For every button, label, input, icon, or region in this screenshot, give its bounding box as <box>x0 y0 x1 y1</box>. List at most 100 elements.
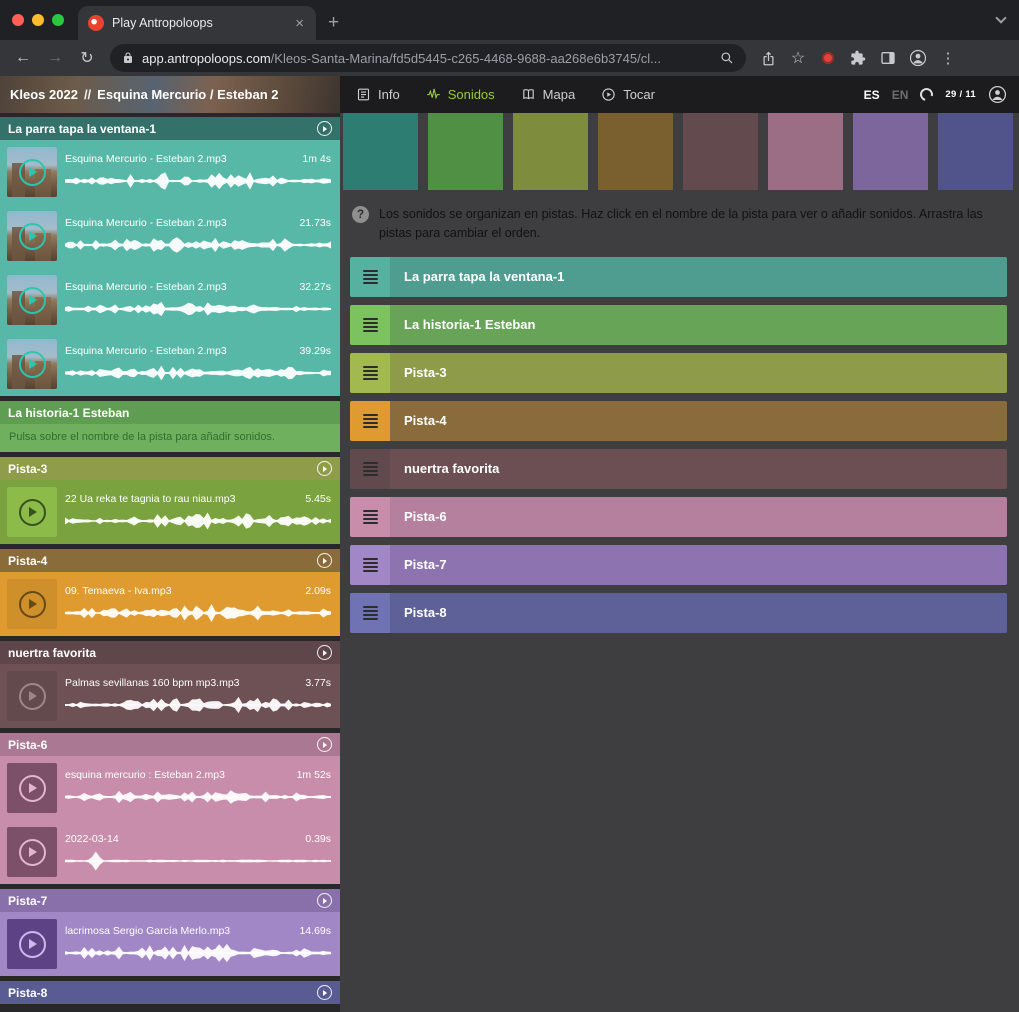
clip-play-button[interactable] <box>7 827 57 877</box>
breadcrumb[interactable]: Kleos 2022 // Esquina Mercurio / Esteban… <box>0 76 340 113</box>
track-row[interactable]: Pista-4 <box>350 401 1007 441</box>
track-color-swatch[interactable] <box>938 113 1013 190</box>
track-row[interactable]: La parra tapa la ventana-1 <box>350 257 1007 297</box>
track-color-swatch[interactable] <box>513 113 588 190</box>
reload-button[interactable]: ↻ <box>72 43 102 73</box>
waveform[interactable] <box>65 298 331 320</box>
browser-menu-icon[interactable]: ⋮ <box>934 44 962 72</box>
drag-handle-icon[interactable] <box>350 305 390 345</box>
track-color-swatch[interactable] <box>343 113 418 190</box>
drag-handle-icon[interactable] <box>350 497 390 537</box>
track-row-button[interactable]: La parra tapa la ventana-1 <box>390 257 1007 297</box>
zoom-icon[interactable] <box>720 51 734 65</box>
back-button[interactable]: ← <box>8 43 38 73</box>
forward-button[interactable]: → <box>40 43 70 73</box>
clip-play-button[interactable] <box>7 763 57 813</box>
track-header[interactable]: nuertra favorita <box>0 641 340 664</box>
lang-en-button[interactable]: EN <box>892 88 909 102</box>
url-text[interactable]: app.antropoloops.com/Kleos-Santa-Marina/… <box>142 51 712 66</box>
clip-thumbnail[interactable] <box>7 147 57 197</box>
track-play-icon[interactable] <box>317 893 332 908</box>
waveform[interactable] <box>65 602 331 624</box>
audio-clip[interactable]: esquina mercurio : Esteban 2.mp31m 52s <box>0 756 340 820</box>
track-header[interactable]: La parra tapa la ventana-1 <box>0 117 340 140</box>
track-play-icon[interactable] <box>317 121 332 136</box>
clip-play-button[interactable] <box>7 919 57 969</box>
bookmark-star-icon[interactable]: ☆ <box>784 44 812 72</box>
track-color-swatch[interactable] <box>768 113 843 190</box>
track-row-button[interactable]: Pista-8 <box>390 593 1007 633</box>
clip-thumbnail[interactable] <box>7 211 57 261</box>
waveform[interactable] <box>65 170 331 192</box>
lang-es-button[interactable]: ES <box>864 88 880 102</box>
waveform[interactable] <box>65 694 331 716</box>
track-color-swatch[interactable] <box>598 113 673 190</box>
track-header[interactable]: Pista-4 <box>0 549 340 572</box>
track-header[interactable]: Pista-8 <box>0 981 340 1004</box>
audio-clip[interactable]: 2022-03-140.39s <box>0 820 340 884</box>
extensions-puzzle-icon[interactable] <box>844 44 872 72</box>
track-row[interactable]: nuertra favorita <box>350 449 1007 489</box>
drag-handle-icon[interactable] <box>350 449 390 489</box>
browser-tab[interactable]: Play Antropoloops × <box>78 6 316 40</box>
clip-thumbnail[interactable] <box>7 275 57 325</box>
clip-play-button[interactable] <box>7 487 57 537</box>
audio-clip[interactable]: Esquina Mercurio - Esteban 2.mp339.29s <box>0 332 340 396</box>
close-tab-icon[interactable]: × <box>293 15 306 32</box>
new-tab-button[interactable]: + <box>316 12 351 40</box>
waveform[interactable] <box>65 942 331 964</box>
track-row[interactable]: Pista-8 <box>350 593 1007 633</box>
drag-handle-icon[interactable] <box>350 401 390 441</box>
audio-clip[interactable]: 09. Temaeva - Iva.mp32.09s <box>0 572 340 636</box>
track-play-icon[interactable] <box>317 461 332 476</box>
breadcrumb-project[interactable]: Kleos 2022 <box>10 87 78 102</box>
track-play-icon[interactable] <box>317 645 332 660</box>
fullscreen-window-button[interactable] <box>52 14 64 26</box>
padlock-icon[interactable] <box>122 52 134 64</box>
account-icon[interactable] <box>988 85 1007 104</box>
track-row[interactable]: Pista-3 <box>350 353 1007 393</box>
track-row[interactable]: Pista-6 <box>350 497 1007 537</box>
track-row[interactable]: La historia-1 Esteban <box>350 305 1007 345</box>
nav-sonidos[interactable]: Sonidos <box>426 87 495 102</box>
waveform[interactable] <box>65 850 331 872</box>
side-panel-icon[interactable] <box>874 44 902 72</box>
track-color-swatch[interactable] <box>428 113 503 190</box>
drag-handle-icon[interactable] <box>350 353 390 393</box>
drag-handle-icon[interactable] <box>350 545 390 585</box>
minimize-window-button[interactable] <box>32 14 44 26</box>
track-header[interactable]: Pista-3 <box>0 457 340 480</box>
share-icon[interactable] <box>754 44 782 72</box>
track-color-swatch[interactable] <box>853 113 928 190</box>
track-row-button[interactable]: Pista-3 <box>390 353 1007 393</box>
audio-clip[interactable]: lacrimosa Sergio García Merlo.mp314.69s <box>0 912 340 976</box>
nav-info[interactable]: Info <box>356 87 400 102</box>
track-header[interactable]: La historia-1 Esteban <box>0 401 340 424</box>
track-row[interactable]: Pista-7 <box>350 545 1007 585</box>
record-extension-icon[interactable] <box>814 44 842 72</box>
audio-clip[interactable]: Esquina Mercurio - Esteban 2.mp321.73s <box>0 204 340 268</box>
track-play-icon[interactable] <box>317 985 332 1000</box>
audio-clip[interactable]: Esquina Mercurio - Esteban 2.mp31m 4s <box>0 140 340 204</box>
profile-avatar[interactable] <box>904 44 932 72</box>
audio-clip[interactable]: 22 Ua reka te tagnia to rau niau.mp35.45… <box>0 480 340 544</box>
track-row-button[interactable]: Pista-7 <box>390 545 1007 585</box>
drag-handle-icon[interactable] <box>350 593 390 633</box>
track-row-button[interactable]: Pista-6 <box>390 497 1007 537</box>
clip-thumbnail[interactable] <box>7 339 57 389</box>
clip-play-button[interactable] <box>7 671 57 721</box>
track-play-icon[interactable] <box>317 737 332 752</box>
track-row-button[interactable]: nuertra favorita <box>390 449 1007 489</box>
waveform[interactable] <box>65 234 331 256</box>
close-window-button[interactable] <box>12 14 24 26</box>
clip-play-button[interactable] <box>7 579 57 629</box>
track-row-button[interactable]: Pista-4 <box>390 401 1007 441</box>
waveform[interactable] <box>65 362 331 384</box>
track-play-icon[interactable] <box>317 553 332 568</box>
audio-clip[interactable]: Palmas sevillanas 160 bpm mp3.mp33.77s <box>0 664 340 728</box>
track-color-swatch[interactable] <box>683 113 758 190</box>
track-header[interactable]: Pista-7 <box>0 889 340 912</box>
drag-handle-icon[interactable] <box>350 257 390 297</box>
audio-clip[interactable]: Esquina Mercurio - Esteban 2.mp332.27s <box>0 268 340 332</box>
address-bar[interactable]: app.antropoloops.com/Kleos-Santa-Marina/… <box>110 44 746 72</box>
